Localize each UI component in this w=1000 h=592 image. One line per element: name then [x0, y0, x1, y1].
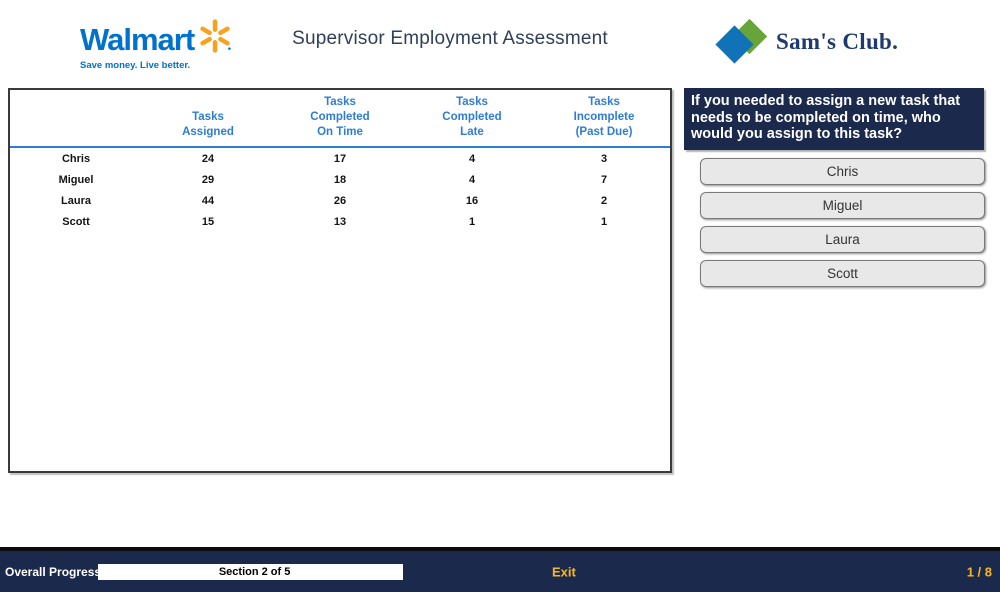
column-header: Tasks Completed Late	[406, 90, 538, 147]
cell-value: 26	[274, 190, 406, 211]
cell-value: 7	[538, 169, 670, 190]
answer-option-scott[interactable]: Scott	[700, 260, 985, 287]
walmart-spark-icon	[197, 18, 233, 59]
cell-value: 17	[274, 147, 406, 169]
cell-value: 1	[406, 211, 538, 232]
cell-value: 2	[538, 190, 670, 211]
task-data-panel: Tasks AssignedTasks Completed On TimeTas…	[8, 88, 672, 473]
walmart-tagline: Save money. Live better.	[80, 60, 250, 71]
cell-value: 1	[538, 211, 670, 232]
cell-value: 4	[406, 147, 538, 169]
question-text: If you needed to assign a new task that …	[684, 88, 984, 150]
task-table: Tasks AssignedTasks Completed On TimeTas…	[10, 90, 670, 232]
table-row: Miguel291847	[10, 169, 670, 190]
answer-options: Chris Miguel Laura Scott	[700, 158, 985, 294]
table-header-row: Tasks AssignedTasks Completed On TimeTas…	[10, 90, 670, 147]
table-row: Scott151311	[10, 211, 670, 232]
column-header: Tasks Assigned	[142, 90, 274, 147]
walmart-logo: Walmart Save money. Live better.	[80, 20, 250, 71]
column-header: Tasks Completed On Time	[274, 90, 406, 147]
row-label: Scott	[10, 211, 142, 232]
page-title: Supervisor Employment Assessment	[250, 28, 650, 50]
page-indicator: 1 / 8	[967, 564, 992, 579]
column-header	[10, 90, 142, 147]
section-progress-text: Section 2 of 5	[219, 566, 291, 578]
exit-button[interactable]: Exit	[552, 564, 576, 579]
row-label: Miguel	[10, 169, 142, 190]
walmart-wordmark: Walmart	[80, 24, 194, 55]
footer-bar: Overall Progress: Section 2 of 5 Exit 1 …	[0, 547, 1000, 592]
samsclub-wordmark: Sam's Club.	[776, 29, 898, 55]
answer-option-miguel[interactable]: Miguel	[700, 192, 985, 219]
answer-option-laura[interactable]: Laura	[700, 226, 985, 253]
assessment-screen: Walmart Save money. Live better. Supervi…	[0, 0, 1000, 592]
cell-value: 18	[274, 169, 406, 190]
row-label: Laura	[10, 190, 142, 211]
cell-value: 15	[142, 211, 274, 232]
cell-value: 13	[274, 211, 406, 232]
progress-bar: Section 2 of 5	[98, 564, 403, 580]
cell-value: 16	[406, 190, 538, 211]
row-label: Chris	[10, 147, 142, 169]
table-row: Chris241743	[10, 147, 670, 169]
answer-option-chris[interactable]: Chris	[700, 158, 985, 185]
samsclub-diamond-icon	[718, 22, 770, 62]
column-header: Tasks Incomplete (Past Due)	[538, 90, 670, 147]
table-row: Laura4426162	[10, 190, 670, 211]
table-body: Chris241743Miguel291847Laura4426162Scott…	[10, 147, 670, 232]
overall-progress-label: Overall Progress:	[5, 565, 105, 579]
samsclub-logo: Sam's Club.	[718, 22, 898, 62]
cell-value: 3	[538, 147, 670, 169]
cell-value: 24	[142, 147, 274, 169]
cell-value: 4	[406, 169, 538, 190]
cell-value: 44	[142, 190, 274, 211]
cell-value: 29	[142, 169, 274, 190]
